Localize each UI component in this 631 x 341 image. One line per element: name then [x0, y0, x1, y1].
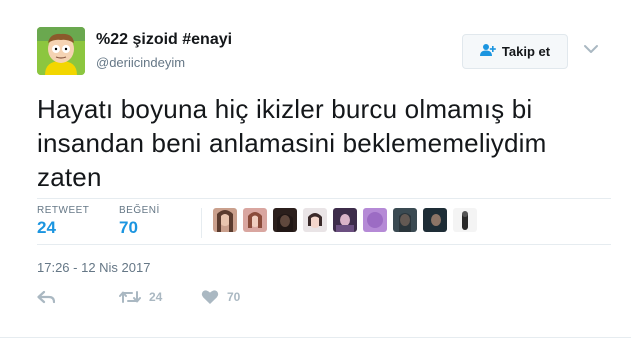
liker-avatar[interactable] [333, 208, 357, 232]
follow-button-label: Takip et [501, 44, 551, 59]
tweet-stats: RETWEET 24 BEĞENİ 70 [37, 198, 611, 245]
likes-stat-count: 70 [119, 218, 138, 237]
liker-avatar[interactable] [243, 208, 267, 232]
avatar-image [37, 27, 85, 75]
like-action-count: 70 [227, 290, 241, 304]
liker-avatars [213, 208, 477, 232]
liker-avatar[interactable] [303, 208, 327, 232]
add-user-icon [479, 43, 496, 60]
retweet-button[interactable]: 24 [119, 289, 162, 305]
retweet-icon [119, 289, 141, 305]
user-handle[interactable]: @deriicindeyim [96, 55, 185, 70]
follow-button[interactable]: Takip et [462, 34, 568, 69]
tweet-bottom-border [0, 337, 631, 338]
tweet-text: Hayatı boyuna hiç ikizler burcu olmamış … [37, 94, 547, 192]
retweet-stat-count: 24 [37, 218, 56, 237]
liker-avatar[interactable] [423, 208, 447, 232]
retweet-stat[interactable]: RETWEET 24 [37, 205, 89, 238]
liker-avatar[interactable] [213, 208, 237, 232]
user-display-name[interactable]: %22 şizoid #enayi [96, 31, 232, 49]
liker-avatar[interactable] [453, 208, 477, 232]
retweet-action-count: 24 [149, 290, 163, 304]
retweet-stat-label: RETWEET [37, 205, 90, 216]
likes-stat[interactable]: BEĞENİ 70 [119, 205, 160, 238]
stats-divider [201, 208, 202, 238]
likes-stat-label: BEĞENİ [119, 205, 160, 216]
liker-avatar[interactable] [273, 208, 297, 232]
liker-avatar[interactable] [363, 208, 387, 232]
heart-icon [201, 289, 219, 305]
user-avatar[interactable] [37, 27, 85, 75]
tweet-timestamp[interactable]: 17:26 - 12 Nis 2017 [37, 260, 150, 275]
like-button[interactable]: 70 [201, 289, 240, 305]
liker-avatar[interactable] [393, 208, 417, 232]
reply-button[interactable] [37, 289, 55, 305]
reply-icon [37, 289, 55, 305]
chevron-down-icon[interactable] [583, 42, 599, 56]
